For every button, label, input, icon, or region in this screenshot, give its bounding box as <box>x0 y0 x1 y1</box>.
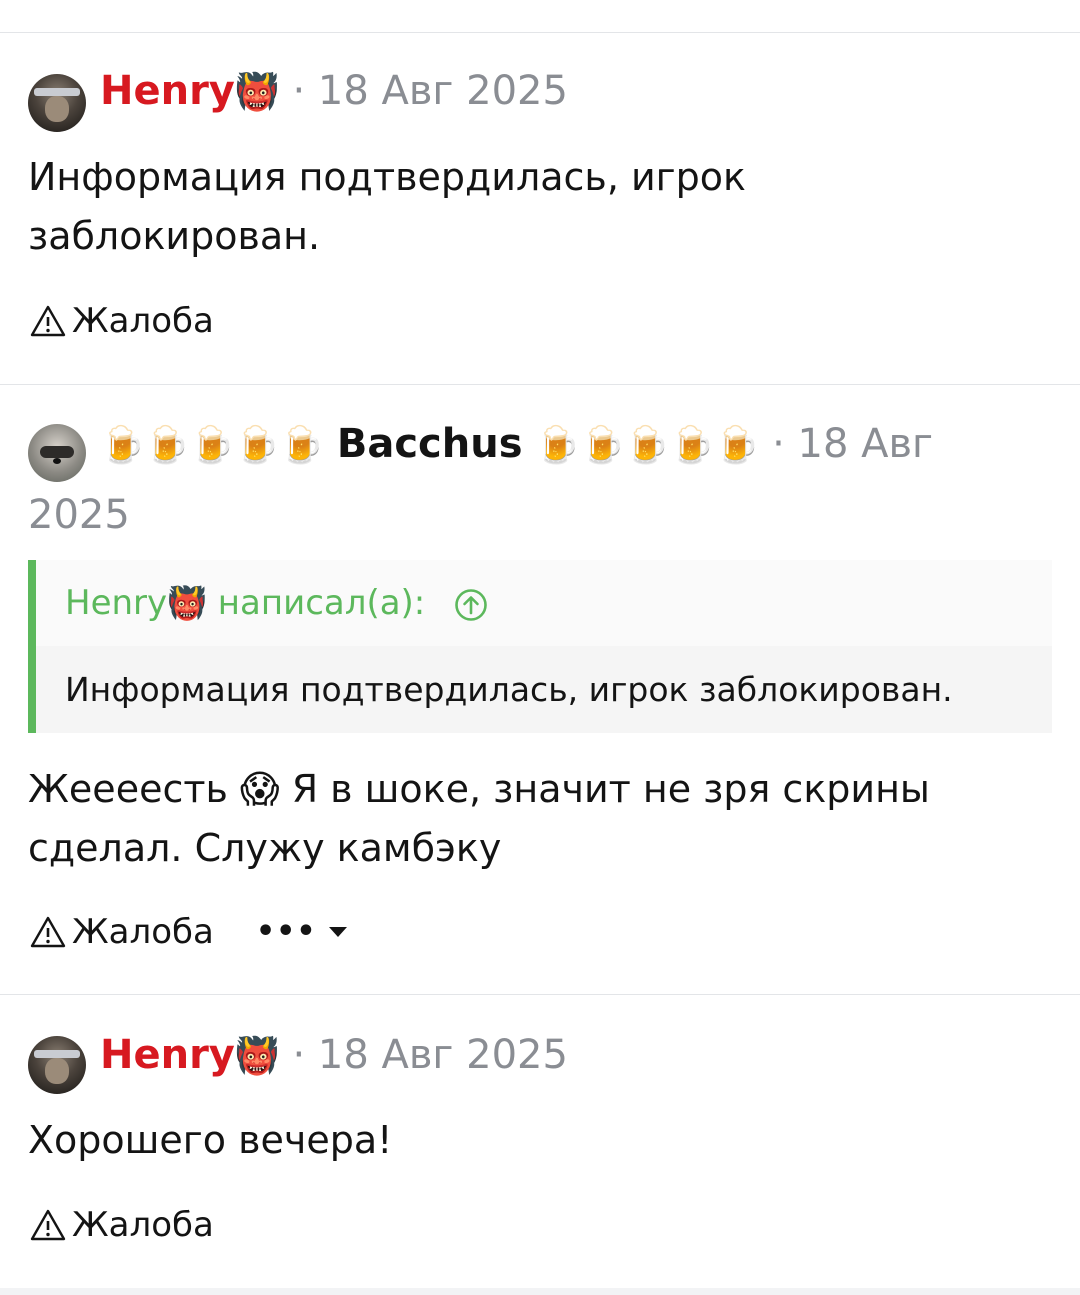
more-actions-button[interactable]: ••• <box>256 912 347 952</box>
caret-down-icon <box>328 927 347 937</box>
beer-emojis-left: 🍺🍺🍺🍺🍺 <box>100 425 325 466</box>
username-link[interactable]: Henry <box>100 1032 235 1078</box>
quote-header[interactable]: Henry👹 написал(а): <box>36 560 1052 646</box>
quote-wrote-label: написал(а): <box>217 583 426 623</box>
message-text-b: Я в шоке, значит не зря скрины <box>291 767 930 811</box>
report-button[interactable]: Жалоба <box>30 1205 214 1245</box>
post-message: Жеееесть 😱 Я в шоке, значит не зря скрин… <box>28 760 1028 878</box>
post-date-continued[interactable]: 2025 <box>28 491 130 539</box>
quote-text: Информация подтвердилась, игрок заблокир… <box>65 670 953 709</box>
previous-post-footer <box>0 0 1080 33</box>
username-link[interactable]: Bacchus <box>337 421 523 467</box>
post-header: 🍺🍺🍺🍺🍺 Bacchus 🍺🍺🍺🍺🍺 · 18 Авг <box>100 420 933 470</box>
report-button[interactable]: Жалоба <box>30 912 214 952</box>
scream-emoji: 😱 <box>239 767 280 811</box>
beer-emojis-right: 🍺🍺🍺🍺🍺 <box>535 425 760 466</box>
avatar-henry[interactable] <box>28 1036 86 1094</box>
report-button[interactable]: Жалоба <box>30 301 214 341</box>
post-message: Информация подтвердилась, игрок заблокир… <box>28 155 746 258</box>
message-text-a: Жеееесть <box>28 767 228 811</box>
post-date[interactable]: · 18 Авг 2025 <box>292 68 568 114</box>
quote-author[interactable]: Henry <box>65 583 167 623</box>
post-henry-1: Henry👹 · 18 Авг 2025 Информация подтверд… <box>0 32 1080 384</box>
report-label: Жалоба <box>72 912 214 952</box>
avatar-henry[interactable] <box>28 74 86 132</box>
report-label: Жалоба <box>72 301 214 341</box>
arrow-up-circle-icon[interactable] <box>454 588 488 622</box>
more-dots-icon: ••• <box>256 914 317 949</box>
user-emoji: 👹 <box>234 1036 280 1077</box>
message-text-c: сделал. Служу камбэку <box>28 826 502 870</box>
user-emoji: 👹 <box>234 72 280 113</box>
post-bacchus: 🍺🍺🍺🍺🍺 Bacchus 🍺🍺🍺🍺🍺 · 18 Авг 2025 Henry👹… <box>0 384 1080 994</box>
warning-triangle-icon <box>30 916 66 948</box>
post-date[interactable]: · 18 Авг <box>772 421 933 467</box>
warning-triangle-icon <box>30 305 66 337</box>
post-date[interactable]: · 18 Авг 2025 <box>292 1032 568 1078</box>
quote-author-emoji: 👹 <box>167 584 207 622</box>
post-header: Henry👹 · 18 Авг 2025 <box>100 67 568 117</box>
post-message: Хорошего вечера! <box>28 1118 393 1162</box>
report-label: Жалоба <box>72 1205 214 1245</box>
quote-block: Henry👹 написал(а): Информация подтвердил… <box>28 560 1052 733</box>
avatar-bacchus[interactable] <box>28 424 86 482</box>
warning-triangle-icon <box>30 1209 66 1241</box>
post-header: Henry👹 · 18 Авг 2025 <box>100 1031 568 1081</box>
post-henry-2: Henry👹 · 18 Авг 2025 Хорошего вечера! Жа… <box>0 994 1080 1288</box>
username-link[interactable]: Henry <box>100 68 235 114</box>
